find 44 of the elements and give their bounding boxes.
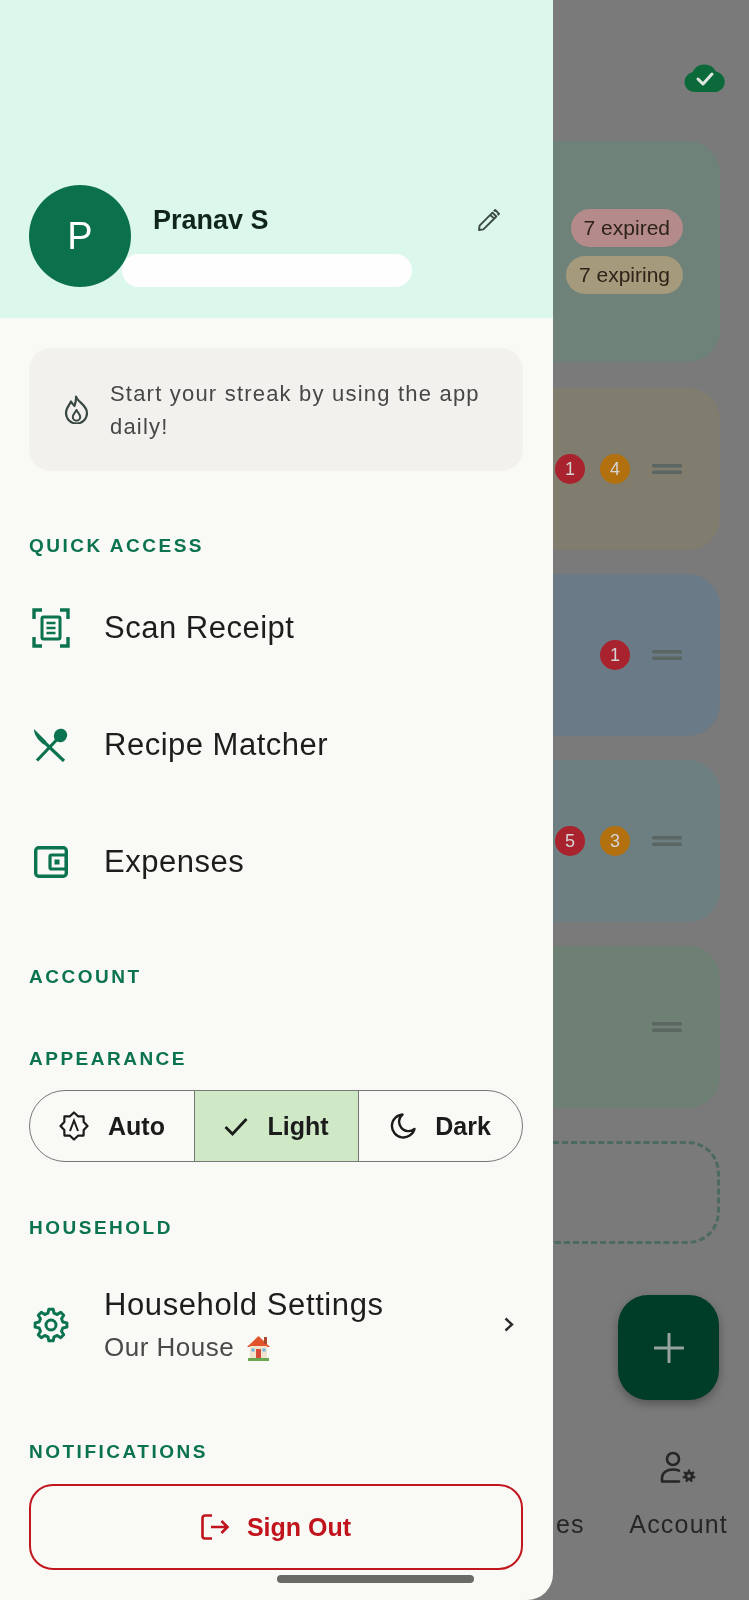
section-heading: QUICK ACCESS [29,535,204,557]
theme-option[interactable]: Dark [358,1091,522,1161]
plus-icon [653,1332,684,1363]
drag-handle-icon [652,650,682,660]
count-badge: 3 [600,826,630,856]
flame-icon [64,395,89,424]
count-badge: 5 [555,826,585,856]
menu-item[interactable]: Scan Receipt [29,569,523,686]
count-badge: 1 [600,640,630,670]
auto-brightness-icon [59,1111,90,1141]
cloud-check-icon [683,63,727,92]
nav-tab[interactable]: es [556,1509,585,1539]
menu-item[interactable]: Expenses [29,803,523,920]
drag-handle-icon [652,1022,682,1032]
avatar: P [29,185,131,287]
count-badge: 1 [555,454,585,484]
menu-item[interactable]: Recipe Matcher [29,686,523,803]
drag-handle-icon [652,464,682,474]
nav-tab[interactable]: Account [629,1451,728,1539]
section-heading: APPEARANCE [29,1048,188,1070]
count-badge: 4 [600,454,630,484]
drag-handle-icon [652,836,682,846]
scan-document-icon [32,607,70,648]
household-settings-item[interactable]: Household Settings Our House [29,1287,523,1362]
section-heading: ACCOUNT [29,966,142,988]
section-heading: HOUSEHOLD [29,1217,173,1239]
gear-icon [33,1306,69,1343]
moon-icon [390,1113,417,1139]
theme-option[interactable]: Auto [30,1091,194,1161]
wallet-icon [34,845,68,878]
edit-icon[interactable] [477,209,500,232]
person-gear-icon [660,1451,698,1483]
sign-out-button[interactable]: Sign Out [29,1484,523,1570]
streak-message: Start your streak by using the app daily! [110,379,481,441]
expiry-pill: 7 expired [570,209,683,247]
section-heading: NOTIFICATIONS [29,1441,208,1463]
add-button[interactable] [618,1295,719,1400]
fork-and-spoon-icon [33,727,69,762]
logout-icon [200,1514,230,1540]
check-icon [224,1116,249,1136]
user-name: Pranav S [153,204,269,236]
theme-option[interactable]: Light [194,1091,358,1161]
expiry-pill: 7 expiring [565,256,683,294]
chevron-right-icon [504,1317,514,1332]
